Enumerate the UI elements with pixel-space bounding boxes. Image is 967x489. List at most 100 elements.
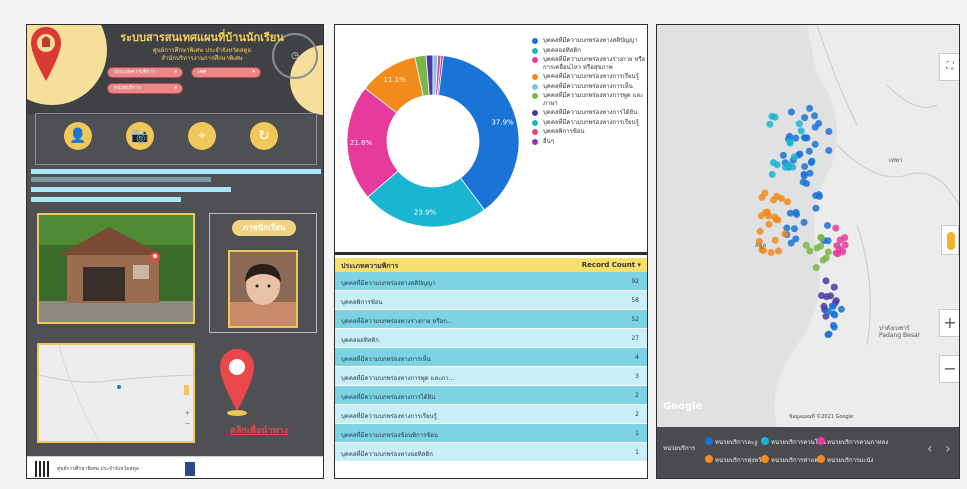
legend-item[interactable]: บุคคลที่มีความบกพร่องทางการเรียนรู้ (531, 73, 647, 81)
student-marker[interactable] (779, 151, 787, 159)
student-marker[interactable] (841, 234, 849, 242)
student-marker[interactable] (836, 245, 844, 253)
legend-item[interactable]: บุคคลที่มีความบกพร่องทางการได้ยิน (531, 109, 647, 117)
legend-item[interactable]: บุคคลที่มีความบกพร่องทางการพูด และภาษา (531, 92, 647, 107)
student-marker[interactable] (815, 191, 823, 199)
student-marker[interactable] (795, 120, 803, 128)
table-row[interactable]: บุคคลที่มีความบกพร่องทางการเห็น 4 (335, 348, 647, 367)
filter-disability-type[interactable]: ประเภทความพิการ ▾ (107, 67, 183, 78)
filter-service-unit[interactable]: หน่วยบริการ ▾ (107, 83, 183, 94)
student-marker[interactable] (812, 264, 820, 272)
legend-item[interactable]: บุคคลออทิสติก (531, 47, 647, 55)
student-marker[interactable] (808, 157, 816, 165)
student-marker[interactable] (773, 161, 781, 169)
legend-item[interactable]: บุคคลพิการซ้อน (531, 128, 647, 136)
student-marker[interactable] (829, 302, 837, 310)
table-row[interactable]: บุคคลออทิสติก 27 (335, 329, 647, 348)
table-row[interactable]: บุคคลที่มีความบกพร่องทางการได้ยิน 2 (335, 386, 647, 405)
student-marker[interactable] (829, 310, 837, 318)
student-marker[interactable] (805, 147, 813, 155)
student-marker[interactable] (817, 234, 825, 242)
student-marker[interactable] (768, 112, 776, 120)
zoom-in-button[interactable]: + (939, 309, 959, 337)
legend-item[interactable]: อื่นๆ (531, 138, 647, 146)
student-marker[interactable] (822, 277, 830, 285)
student-marker[interactable] (762, 208, 770, 216)
student-marker[interactable] (774, 216, 782, 224)
student-marker[interactable] (802, 134, 810, 142)
student-marker[interactable] (797, 127, 805, 135)
student-marker[interactable] (823, 221, 831, 229)
student-marker[interactable] (800, 218, 808, 226)
student-location-map[interactable]: เทพา ปาดังเบซาร์ Padang Besar สตูล ⛶ + −… (656, 24, 960, 479)
student-marker[interactable] (832, 224, 840, 232)
table-row[interactable]: บุคคลที่มีความบกพร่องทางออทิสติก 1 (335, 443, 647, 462)
fullscreen-icon[interactable]: ⛶ (939, 53, 959, 81)
student-marker[interactable] (784, 161, 792, 169)
student-marker[interactable] (766, 120, 774, 128)
student-marker[interactable] (806, 247, 814, 255)
student-marker[interactable] (765, 220, 773, 228)
student-marker[interactable] (770, 196, 778, 204)
student-marker[interactable] (811, 140, 819, 148)
student-marker[interactable] (792, 208, 800, 216)
student-marker[interactable] (771, 236, 779, 244)
table-row[interactable]: บุคคลที่มีความบกพร่องทางการเรียนรู้ 2 (335, 405, 647, 424)
student-marker[interactable] (825, 127, 833, 135)
student-marker[interactable] (830, 283, 838, 291)
student-marker[interactable] (774, 247, 782, 255)
student-marker[interactable] (824, 248, 832, 256)
student-marker[interactable] (792, 235, 800, 243)
column-header-count[interactable]: Record Count ▾ (582, 261, 641, 269)
filter-gender[interactable]: เพศ ▾ (191, 67, 261, 78)
student-marker[interactable] (777, 195, 785, 203)
student-marker[interactable] (822, 254, 830, 262)
legend-item[interactable]: บุคคลที่มีความบกพร่องทางการเรียนรู้ (531, 119, 647, 127)
student-marker[interactable] (806, 104, 814, 112)
table-row[interactable]: บุคคลที่มีความบกพร่องทางสติปัญญา 92 (335, 272, 647, 291)
location-search-icon[interactable]: ⌖ (188, 122, 216, 150)
chevron-left-icon[interactable]: ‹ (927, 441, 933, 457)
add-user-icon[interactable]: 👤 (64, 122, 92, 150)
navigate-pin-icon[interactable] (217, 347, 257, 417)
map-legend-item[interactable]: หน่วยบริการทุ่งหว้า (705, 455, 765, 465)
student-marker[interactable] (801, 163, 809, 171)
student-marker[interactable] (787, 108, 795, 116)
student-marker[interactable] (756, 227, 764, 235)
column-header-type[interactable]: ประเภทความพิการ (341, 261, 398, 272)
student-marker[interactable] (786, 139, 794, 147)
student-marker[interactable] (813, 244, 821, 252)
navigate-link[interactable]: คลิกเพื่อนำทาง (217, 423, 301, 437)
table-row[interactable]: บุคคลพิการซ้อน 58 (335, 291, 647, 310)
student-marker[interactable] (758, 193, 766, 201)
student-marker[interactable] (790, 225, 798, 233)
student-marker[interactable] (781, 230, 789, 238)
legend-item[interactable]: บุคคลที่มีความบกพร่องทางร่างกาย หรือการเ… (531, 56, 647, 71)
table-row[interactable]: บุคคลที่มีความบกพร่องซ้อนพิการซ้อน 1 (335, 424, 647, 443)
legend-item[interactable]: บุคคลที่มีความบกพร่องทางการเห็น (531, 83, 647, 91)
map-legend-item[interactable]: หน่วยบริการละงู (705, 437, 757, 447)
mini-map[interactable]: + − (37, 343, 195, 443)
student-marker[interactable] (806, 169, 814, 177)
map-legend-item[interactable]: หน่วยบริการท่าแพ (761, 455, 818, 465)
legend-item[interactable]: บุคคลที่มีความบกพร่องทางสติปัญญา (531, 37, 647, 45)
map-legend-item[interactable]: หน่วยบริการมะนัง (817, 455, 873, 465)
map-attribution[interactable]: ข้อมูลแผนที่ ©2021 Google (789, 413, 853, 421)
student-marker[interactable] (811, 112, 819, 120)
refresh-icon[interactable]: ↻ (250, 122, 278, 150)
table-row[interactable]: บุคคลที่มีความบกพร่องทางการพูด และภา... 3 (335, 367, 647, 386)
student-marker[interactable] (815, 119, 823, 127)
student-marker[interactable] (790, 153, 798, 161)
student-marker[interactable] (800, 170, 808, 178)
student-marker[interactable] (812, 204, 820, 212)
student-marker[interactable] (768, 170, 776, 178)
student-marker[interactable] (825, 146, 833, 154)
camera-icon[interactable]: 📷 (126, 122, 154, 150)
student-marker[interactable] (801, 114, 809, 122)
student-marker[interactable] (767, 249, 775, 257)
chevron-right-icon[interactable]: › (945, 441, 951, 457)
student-marker[interactable] (825, 330, 833, 338)
zoom-out-button[interactable]: − (939, 355, 959, 383)
street-view-pegman-icon[interactable] (941, 225, 959, 255)
student-marker[interactable] (830, 323, 838, 331)
